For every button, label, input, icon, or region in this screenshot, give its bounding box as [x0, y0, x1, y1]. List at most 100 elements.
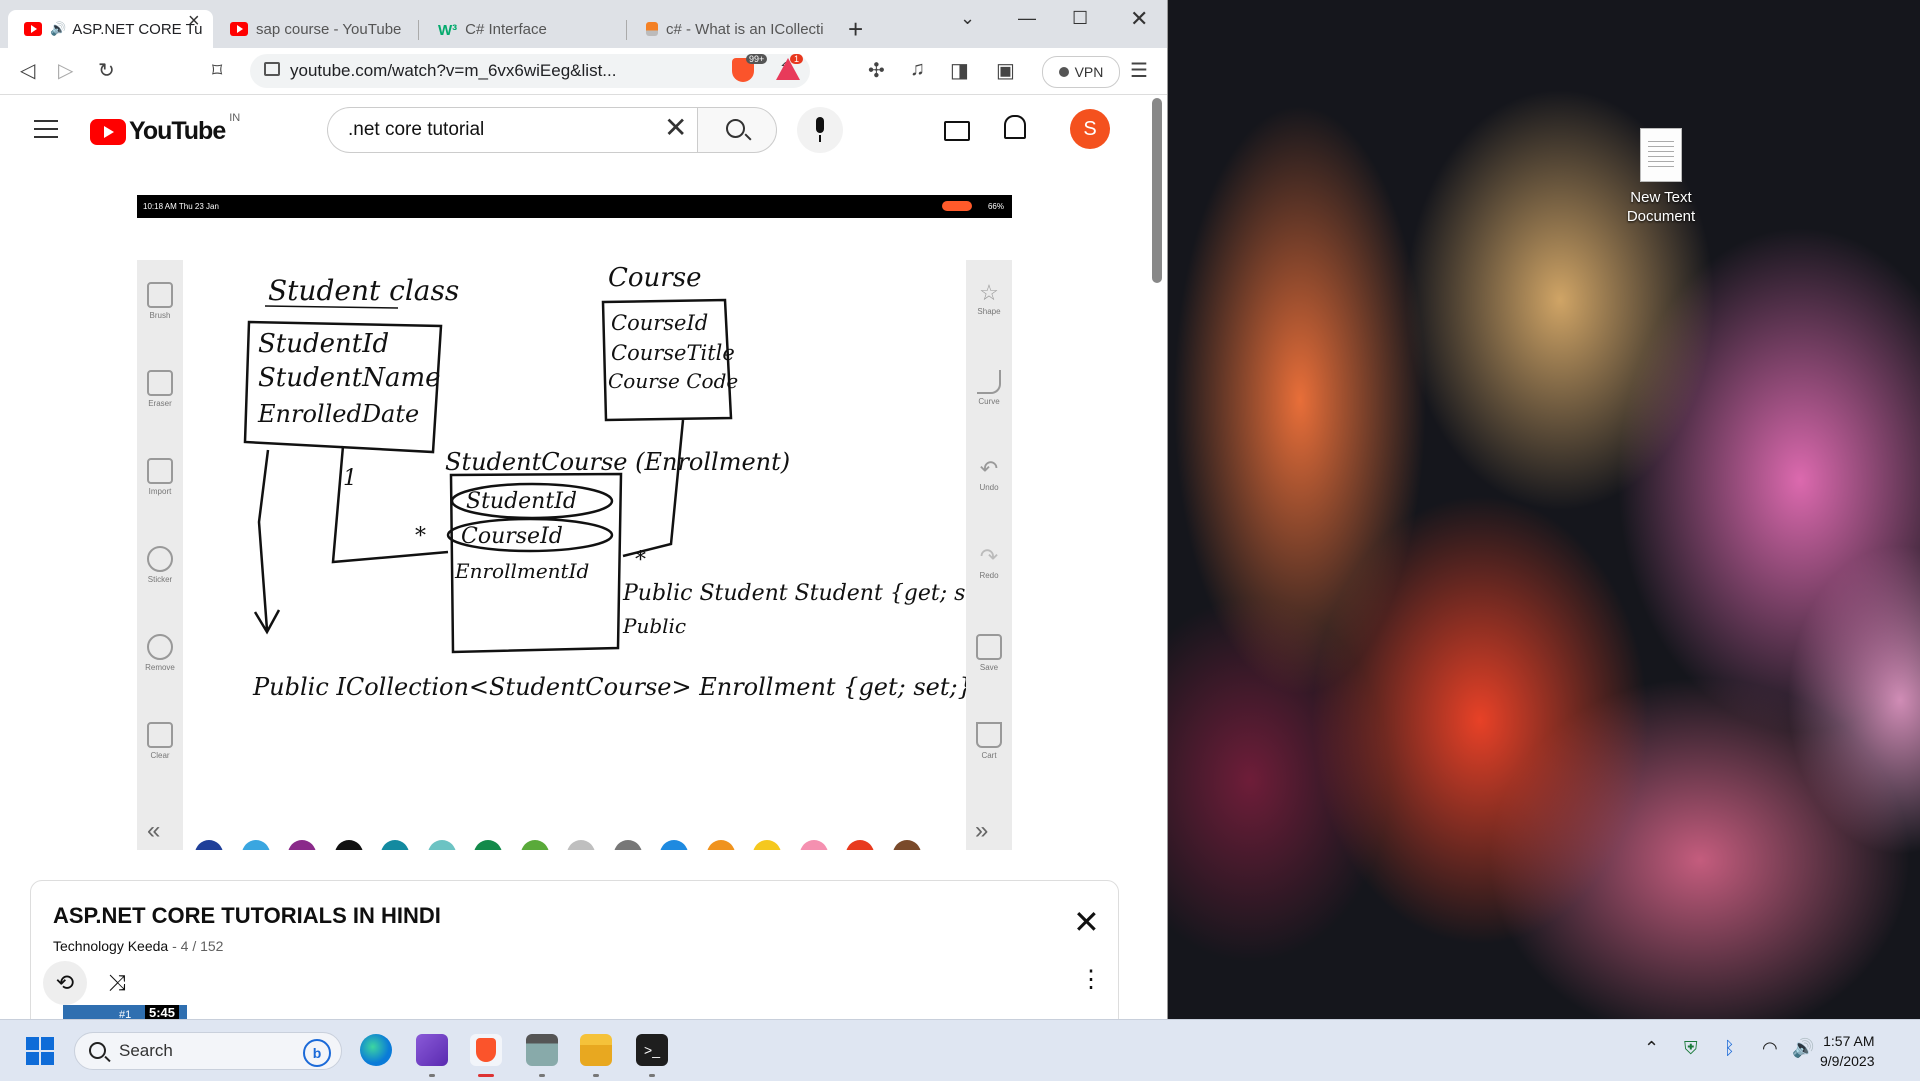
icollection-line: Public ICollection<StudentCourse> Enroll… [252, 673, 966, 701]
more-options-icon[interactable]: ⋮ [1079, 965, 1103, 994]
avatar[interactable]: S [1070, 109, 1110, 149]
page-scrollbar[interactable] [1152, 98, 1162, 283]
forward-icon[interactable]: ▷ [58, 58, 73, 83]
color-swatch [753, 840, 781, 850]
tab-asp-net-core[interactable]: 🔊 ASP.NET CORE Tu [8, 10, 213, 48]
minimize-icon[interactable]: — [1018, 8, 1036, 29]
bookmark-icon[interactable]: ⌑ [212, 58, 222, 83]
tool-label: Shape [977, 307, 1001, 316]
double-chevron-right-icon: » [975, 817, 989, 844]
tool-label: Eraser [148, 399, 172, 408]
desktop-icon-new-text-document[interactable]: New Text Document [1615, 128, 1707, 226]
wallet-icon[interactable]: ▣ [996, 58, 1015, 83]
whiteboard-canvas: Student class StudentId StudentName Enro… [243, 263, 966, 701]
playlist-position: - 4 / 152 [172, 938, 224, 954]
playlist-title[interactable]: ASP.NET CORE TUTORIALS IN HINDI [53, 903, 441, 929]
file-explorer-icon[interactable] [580, 1034, 612, 1077]
visual-studio-preview-icon[interactable] [416, 1034, 448, 1077]
edge-icon[interactable] [360, 1034, 392, 1066]
tab-sap-course[interactable]: sap course - YouTube [214, 10, 419, 48]
tab-icollection[interactable]: c# - What is an ICollecti [630, 10, 835, 48]
loop-playlist-icon[interactable]: ⟲ [43, 961, 87, 1005]
tool-label: Import [148, 487, 172, 496]
sticker-icon [147, 546, 173, 572]
video-player[interactable]: 10:18 AM Thu 23 Jan 66% Brush Eraser Imp… [137, 195, 1012, 850]
youtube-icon [230, 22, 248, 36]
running-indicator [539, 1074, 545, 1077]
undo-tool: ↶ Undo [966, 458, 1012, 493]
maximize-icon[interactable]: ☐ [1072, 8, 1088, 29]
student-field-1: StudentId [258, 329, 389, 359]
tab-label: ASP.NET CORE Tu [72, 20, 203, 38]
color-swatch [660, 840, 688, 850]
bing-icon[interactable]: b [303, 1039, 331, 1067]
hamburger-menu-icon[interactable] [34, 120, 58, 138]
speaker-icon: 🔊 [50, 21, 67, 36]
calculator-icon[interactable] [526, 1034, 558, 1077]
search-button[interactable] [697, 107, 777, 153]
redo-tool: ↷ Redo [966, 546, 1012, 581]
running-indicator [593, 1074, 599, 1077]
curve-tool: Curve [966, 370, 1012, 406]
search-input[interactable]: .net core tutorial [327, 107, 697, 153]
remove-tool: Remove [137, 634, 183, 672]
active-indicator [478, 1074, 494, 1077]
playlist-panel: ASP.NET CORE TUTORIALS IN HINDI Technolo… [30, 880, 1119, 1019]
close-window-icon[interactable]: ✕ [1130, 6, 1148, 32]
reload-icon[interactable]: ↻ [98, 58, 115, 83]
tab-csharp-interface[interactable]: W³ C# Interface [422, 10, 627, 48]
windows-start-icon[interactable] [26, 1037, 54, 1065]
tool-label: Brush [149, 311, 171, 320]
color-swatch [288, 840, 316, 850]
close-playlist-icon[interactable]: ✕ [1073, 906, 1100, 938]
media-icon[interactable]: ♫ [910, 58, 925, 81]
course-field-2: CourseTitle [611, 341, 735, 365]
extensions-icon[interactable]: ✣ [868, 58, 885, 83]
playlist-subtitle: Technology Keeda - 4 / 152 [53, 938, 223, 954]
eraser-tool: Eraser [137, 370, 183, 408]
security-shield-icon[interactable]: ⛨ [1684, 1038, 1698, 1059]
sc-field-3: EnrollmentId [454, 559, 589, 583]
system-clock[interactable]: 1:57 AM 9/9/2023 [1820, 1031, 1875, 1071]
tab-search-chevron-icon[interactable]: ⌄ [960, 8, 975, 29]
notifications-icon[interactable] [1004, 115, 1026, 139]
playlist-channel[interactable]: Technology Keeda [53, 938, 168, 954]
color-swatch [195, 840, 223, 850]
arrow-down [253, 449, 281, 635]
show-hidden-icons-chevron-icon[interactable]: ⌃ [1644, 1038, 1659, 1059]
wifi-icon[interactable]: ◠ [1762, 1038, 1778, 1059]
shuffle-icon[interactable]: ⤨ [95, 961, 139, 1005]
youtube-logo[interactable]: YouTube IN [90, 112, 240, 146]
menu-icon[interactable]: ☰ [1130, 58, 1148, 83]
bluetooth-icon[interactable]: ᛒ [1724, 1038, 1735, 1059]
sidebar-icon[interactable]: ◨ [950, 58, 969, 83]
playlist-video-thumbnail[interactable]: #1 5:45 [63, 1005, 187, 1019]
create-video-icon[interactable] [944, 121, 970, 141]
voice-search-icon[interactable] [797, 107, 843, 153]
many-label-2: * [635, 548, 646, 573]
vpn-button[interactable]: VPN [1042, 56, 1120, 88]
rewards-badge: 1 [790, 54, 804, 64]
clock-time: 1:57 AM [1823, 1033, 1875, 1049]
back-icon[interactable]: ◁ [20, 58, 35, 83]
clear-search-icon[interactable]: ✕ [664, 114, 687, 142]
color-swatch [799, 840, 828, 850]
stackoverflow-icon [646, 22, 658, 36]
address-bar[interactable]: youtube.com/watch?v=m_6vx6wiEeg&list... … [250, 54, 810, 88]
desktop-icon-label-line2: Document [1626, 208, 1696, 225]
terminal-icon[interactable]: >_ [636, 1034, 668, 1077]
avatar-letter: S [1083, 117, 1097, 140]
brave-browser-icon[interactable] [470, 1034, 502, 1077]
new-tab-icon[interactable]: + [848, 14, 863, 45]
tool-label: Clear [150, 751, 170, 760]
video-status-bar: 10:18 AM Thu 23 Jan 66% [137, 195, 1012, 218]
volume-icon[interactable]: 🔊 [1792, 1038, 1814, 1059]
video-battery: 66% [987, 202, 1004, 211]
brave-lion-icon [476, 1038, 496, 1062]
cart-tool: Cart [966, 722, 1012, 760]
taskbar-search[interactable]: Search b [74, 1032, 342, 1070]
close-tab-icon[interactable]: × [188, 10, 200, 33]
tab-separator [418, 20, 419, 40]
running-indicator [429, 1074, 435, 1077]
save-tool: Save [966, 634, 1012, 672]
